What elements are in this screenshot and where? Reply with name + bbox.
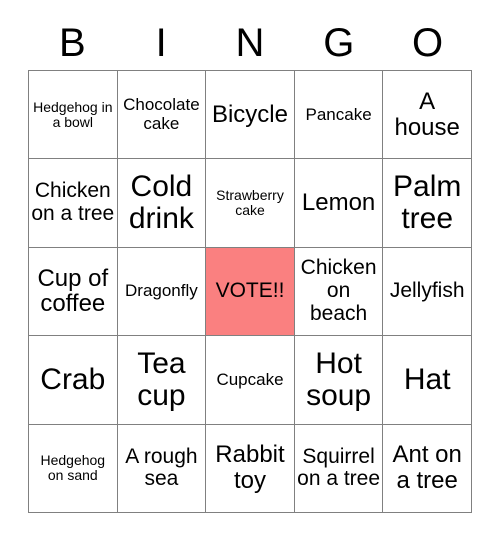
- bingo-cell[interactable]: Tea cup: [117, 336, 207, 425]
- bingo-cell[interactable]: A rough sea: [117, 424, 207, 513]
- bingo-cell-label: Palm tree: [393, 169, 462, 236]
- bingo-cell-label: Strawberry cake: [216, 186, 284, 219]
- bingo-cell[interactable]: Hedgehog in a bowl: [29, 71, 118, 160]
- bingo-cell[interactable]: Ant on a tree: [383, 424, 472, 513]
- bingo-cell-label: Lemon: [301, 189, 376, 217]
- bingo-cell-label: Hat: [403, 362, 451, 396]
- bingo-cell[interactable]: Hat: [383, 336, 472, 425]
- bingo-cell-label: Squirrel on a tree: [297, 444, 381, 491]
- bingo-cell[interactable]: Squirrel on a tree: [294, 424, 384, 513]
- bingo-cell[interactable]: Chicken on a tree: [29, 159, 118, 248]
- bingo-grid: Hedgehog in a bowl Chocolate cake Bicycle P…: [28, 70, 472, 513]
- bingo-cell[interactable]: A house: [383, 71, 472, 160]
- bingo-cell-label: A house: [394, 87, 460, 141]
- bingo-cell[interactable]: Cup of coffee: [29, 247, 118, 337]
- bingo-header-letter-b: B: [59, 21, 86, 65]
- bingo-cell-label: A rough sea: [125, 444, 198, 491]
- bingo-cell[interactable]: Dragonfly: [117, 247, 207, 337]
- bingo-cell-label: Jellyfish: [389, 279, 465, 303]
- bingo-cell[interactable]: Palm tree: [383, 159, 472, 248]
- bingo-header-letter-o: O: [412, 21, 444, 65]
- bingo-header: B I N G O: [28, 16, 472, 70]
- bingo-cell-label: Chicken on a tree: [31, 179, 115, 226]
- bingo-cell-label: VOTE!!: [215, 279, 285, 303]
- bingo-cell-label: Dragonfly: [125, 281, 198, 301]
- bingo-cell[interactable]: Crab: [29, 336, 118, 425]
- bingo-header-letter-g: G: [323, 21, 355, 65]
- bingo-cell-label: Hot soup: [306, 346, 372, 412]
- bingo-cell-label: Hedgehog in a bowl: [33, 98, 113, 130]
- bingo-header-letter-i: I: [155, 21, 167, 65]
- bingo-cell-label: Cupcake: [216, 369, 284, 389]
- bingo-cell[interactable]: Bicycle: [206, 71, 295, 160]
- bingo-cell-label: Tea cup: [137, 346, 186, 412]
- bingo-cell[interactable]: Rabbit toy: [206, 424, 295, 513]
- bingo-cell[interactable]: Chicken on beach: [294, 247, 384, 337]
- bingo-cell-label: Rabbit toy: [215, 441, 285, 495]
- bingo-cell-label: Bicycle: [211, 100, 288, 128]
- bingo-cell-label: Cup of coffee: [37, 264, 109, 318]
- bingo-cell-label: Cold drink: [128, 169, 194, 236]
- bingo-cell[interactable]: Jellyfish: [383, 247, 472, 337]
- bingo-cell[interactable]: VOTE!!: [206, 247, 295, 337]
- bingo-cell[interactable]: Hedgehog on sand: [29, 424, 118, 513]
- bingo-header-letter-n: N: [235, 21, 265, 65]
- bingo-cell-label: Chicken on beach: [300, 256, 377, 325]
- bingo-cell[interactable]: Chocolate cake: [117, 71, 207, 160]
- bingo-cell-label: Chocolate cake: [123, 95, 200, 133]
- bingo-cell[interactable]: Cold drink: [117, 159, 207, 248]
- bingo-cell-label: Pancake: [305, 104, 372, 124]
- bingo-cell-label: Crab: [40, 362, 106, 396]
- bingo-cell[interactable]: Cupcake: [206, 336, 295, 425]
- bingo-cell[interactable]: Strawberry cake: [206, 159, 295, 248]
- bingo-cell[interactable]: Pancake: [294, 71, 384, 160]
- bingo-card: B I N G O Hedgehog in a bowl Chocolate ca…: [0, 0, 500, 544]
- bingo-cell-label: Hedgehog on sand: [40, 452, 106, 484]
- bingo-cell[interactable]: Hot soup: [294, 336, 384, 425]
- bingo-cell-label: Ant on a tree: [392, 441, 462, 495]
- bingo-cell[interactable]: Lemon: [294, 159, 384, 248]
